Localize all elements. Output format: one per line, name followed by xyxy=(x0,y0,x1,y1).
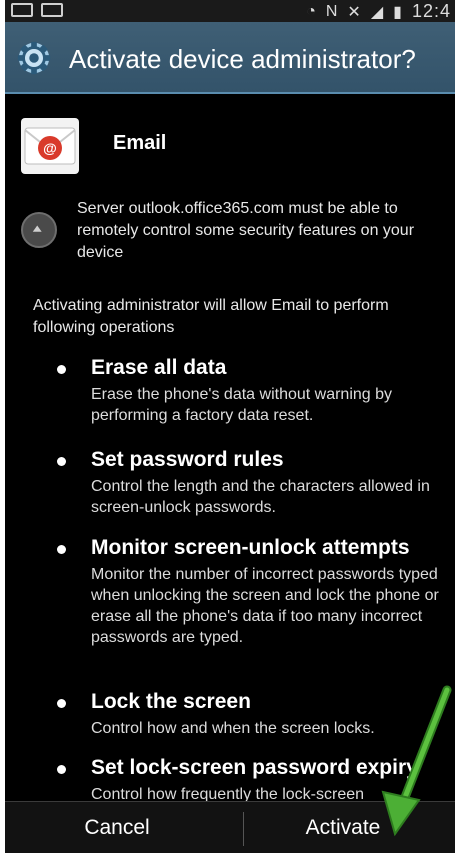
signal-icon: ◢ xyxy=(370,3,384,21)
bullet-icon xyxy=(57,365,66,374)
chevron-up-icon[interactable] xyxy=(21,212,57,248)
battery-icon: ▮ xyxy=(393,3,402,21)
cancel-button[interactable]: Cancel xyxy=(5,802,229,853)
permission-title: Set lock-screen password expiry xyxy=(91,756,418,779)
server-message: Server outlook.office365.com must be abl… xyxy=(77,200,415,261)
phone-screen: ◔ N ✕ ◢ ▮ 12:4 Activate device administr… xyxy=(5,0,455,853)
permission-title: Set password rules xyxy=(91,448,284,471)
dialog-title-bar: Activate device administrator? xyxy=(5,22,455,94)
bullet-icon xyxy=(57,457,66,466)
status-time: 12:4 xyxy=(411,1,451,21)
bullet-icon xyxy=(57,699,66,708)
bullet-icon xyxy=(57,545,66,554)
gear-icon xyxy=(17,41,51,75)
permission-description: Control the length and the characters al… xyxy=(91,478,430,516)
permissions-intro: Activating administrator will allow Emai… xyxy=(33,297,389,336)
status-bar: ◔ N ✕ ◢ ▮ 12:4 xyxy=(5,0,455,22)
bullet-icon xyxy=(57,765,66,774)
app-name: Email xyxy=(113,132,167,154)
svg-text:@: @ xyxy=(43,140,57,156)
nfc-icon: N xyxy=(325,2,338,20)
permission-title: Monitor screen-unlock attempts xyxy=(91,536,410,559)
email-envelope-icon: @ xyxy=(21,118,79,174)
permission-description: Control how and when the screen locks. xyxy=(91,720,375,737)
gallery-notification-icon xyxy=(41,3,63,17)
permission-description: Monitor the number of incorrect password… xyxy=(91,566,439,646)
permission-title: Lock the screen xyxy=(91,690,251,713)
dialog-title: Activate device administrator? xyxy=(69,44,416,74)
mute-icon: ✕ xyxy=(347,3,361,21)
permission-title: Erase all data xyxy=(91,356,227,379)
dialog-button-bar: Cancel Activate xyxy=(5,801,455,853)
permission-description: Erase the phone's data without warning b… xyxy=(91,386,393,424)
wifi-icon: ◔ xyxy=(306,2,316,20)
activate-button[interactable]: Activate xyxy=(231,802,455,853)
notification-icon xyxy=(11,3,33,17)
